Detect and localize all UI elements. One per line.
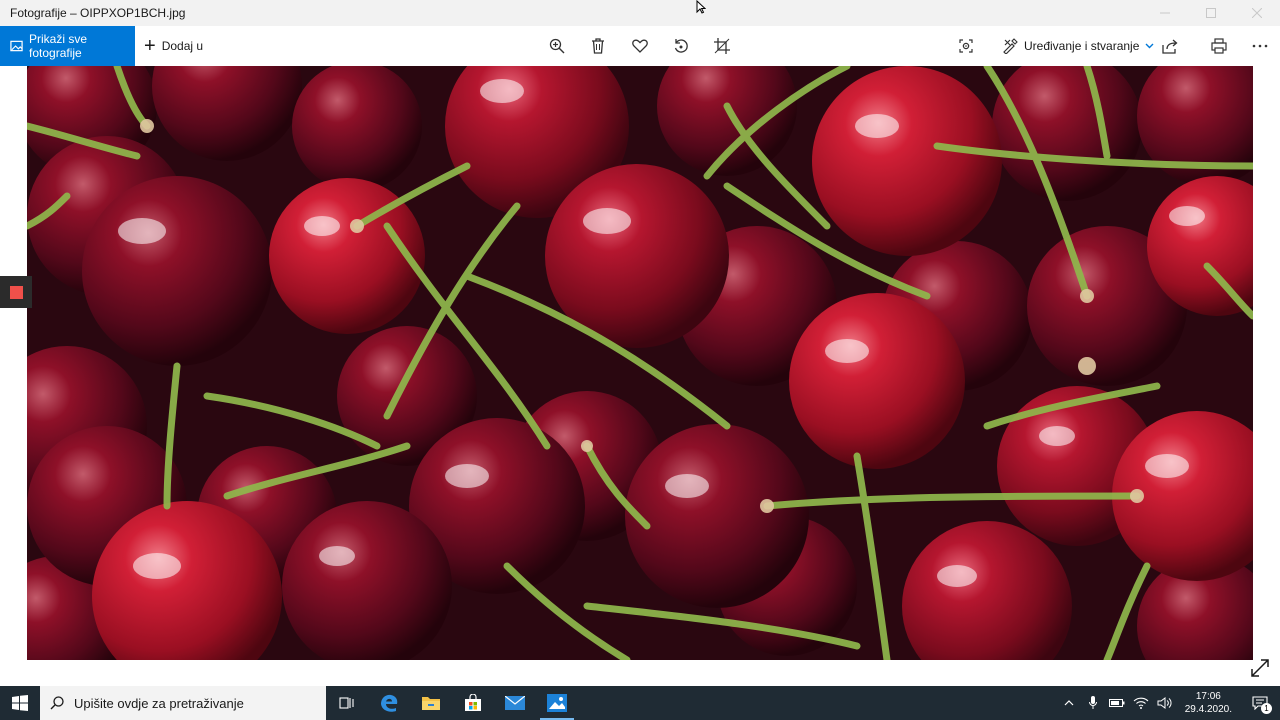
show-all-photos-button[interactable]: Prikaži sve fotografije [0,26,135,66]
photos-taskbar-button[interactable] [536,686,578,720]
mouse-cursor-icon [696,0,706,14]
search-placeholder: Upišite ovdje za pretraživanje [74,695,244,711]
mail-taskbar-button[interactable] [494,686,536,720]
store-icon [465,694,481,711]
minimize-button[interactable] [1142,0,1188,26]
wifi-icon [1133,697,1149,709]
rotate-button[interactable] [661,26,701,66]
favorite-icon [632,39,648,53]
photos-icon [547,694,567,712]
microphone-button[interactable] [1083,686,1103,720]
print-icon [1211,38,1227,54]
battery-button[interactable] [1107,686,1127,720]
taskbar: Upišite ovdje za pretraživanje 17:06 29.… [0,686,1280,720]
volume-icon [1157,697,1172,709]
crop-icon [714,38,730,54]
cherries-photo[interactable] [27,66,1253,660]
search-icon [50,696,64,710]
favorite-button[interactable] [620,26,660,66]
notification-count-badge: 1 [1261,703,1272,714]
cherries-image [27,66,1253,660]
maximize-button[interactable] [1188,0,1234,26]
rotate-icon [674,39,688,53]
delete-button[interactable] [578,26,618,66]
clock-time: 17:06 [1195,691,1221,702]
title-bar: Fotografije – OIPPXOP1BCH.jpg [0,0,1280,26]
more-button[interactable] [1240,26,1280,66]
more-icon [1252,44,1268,48]
minimize-icon [1160,12,1170,14]
mail-icon [505,696,525,710]
edit-create-label: Uređivanje i stvaranje [1024,39,1140,53]
chevron-up-icon [1064,700,1074,706]
add-to-label: Dodaj u [161,39,204,53]
add-to-button[interactable]: + Dodaj u [144,26,203,66]
photos-gallery-icon [10,40,23,52]
plus-icon: + [144,35,156,57]
window-controls [1142,0,1280,26]
enhance-icon [959,39,973,53]
delete-icon [592,38,604,54]
system-tray: 17:06 29.4.2020. 1 [1057,686,1280,720]
file-explorer-icon [422,697,440,710]
maximize-icon [1206,8,1216,18]
edit-create-icon [1003,38,1018,54]
photos-app-window: Fotografije – OIPPXOP1BCH.jpg Prikaži sv… [0,0,1280,720]
start-button[interactable] [0,686,40,720]
clock-date: 29.4.2020. [1184,704,1232,715]
file-explorer-taskbar-button[interactable] [410,686,452,720]
zoom-icon [549,38,565,54]
share-button[interactable] [1150,26,1190,66]
task-view-button[interactable] [326,686,368,720]
zoom-button[interactable] [537,26,577,66]
edge-taskbar-button[interactable] [368,686,410,720]
photo-viewer [0,66,1280,686]
toolbar: Prikaži sve fotografije + Dodaj u Uređiv… [0,26,1280,66]
battery-icon [1108,699,1125,707]
store-taskbar-button[interactable] [452,686,494,720]
clock[interactable]: 17:06 29.4.2020. [1185,690,1232,716]
show-hidden-icons-button[interactable] [1059,686,1079,720]
expand-icon[interactable] [1248,656,1272,680]
wifi-button[interactable] [1131,686,1151,720]
record-icon [9,285,23,299]
share-icon [1162,39,1178,54]
task-view-icon [339,697,354,709]
show-all-photos-label: Prikaži sve fotografije [29,32,88,60]
edit-create-menu[interactable]: Uređivanje i stvaranje [1002,26,1160,66]
action-center-button[interactable]: 1 [1240,686,1280,720]
crop-button[interactable] [702,26,742,66]
enhance-button[interactable] [946,26,986,66]
side-panel-tab[interactable] [0,276,32,308]
microphone-icon [1088,696,1097,709]
windows-logo-icon [12,695,28,711]
close-button[interactable] [1234,0,1280,26]
taskbar-search-box[interactable]: Upišite ovdje za pretraživanje [40,686,326,720]
window-title: Fotografije – OIPPXOP1BCH.jpg [10,6,186,20]
close-icon [1252,8,1262,18]
edge-icon [381,694,398,712]
volume-button[interactable] [1155,686,1175,720]
print-button[interactable] [1199,26,1239,66]
